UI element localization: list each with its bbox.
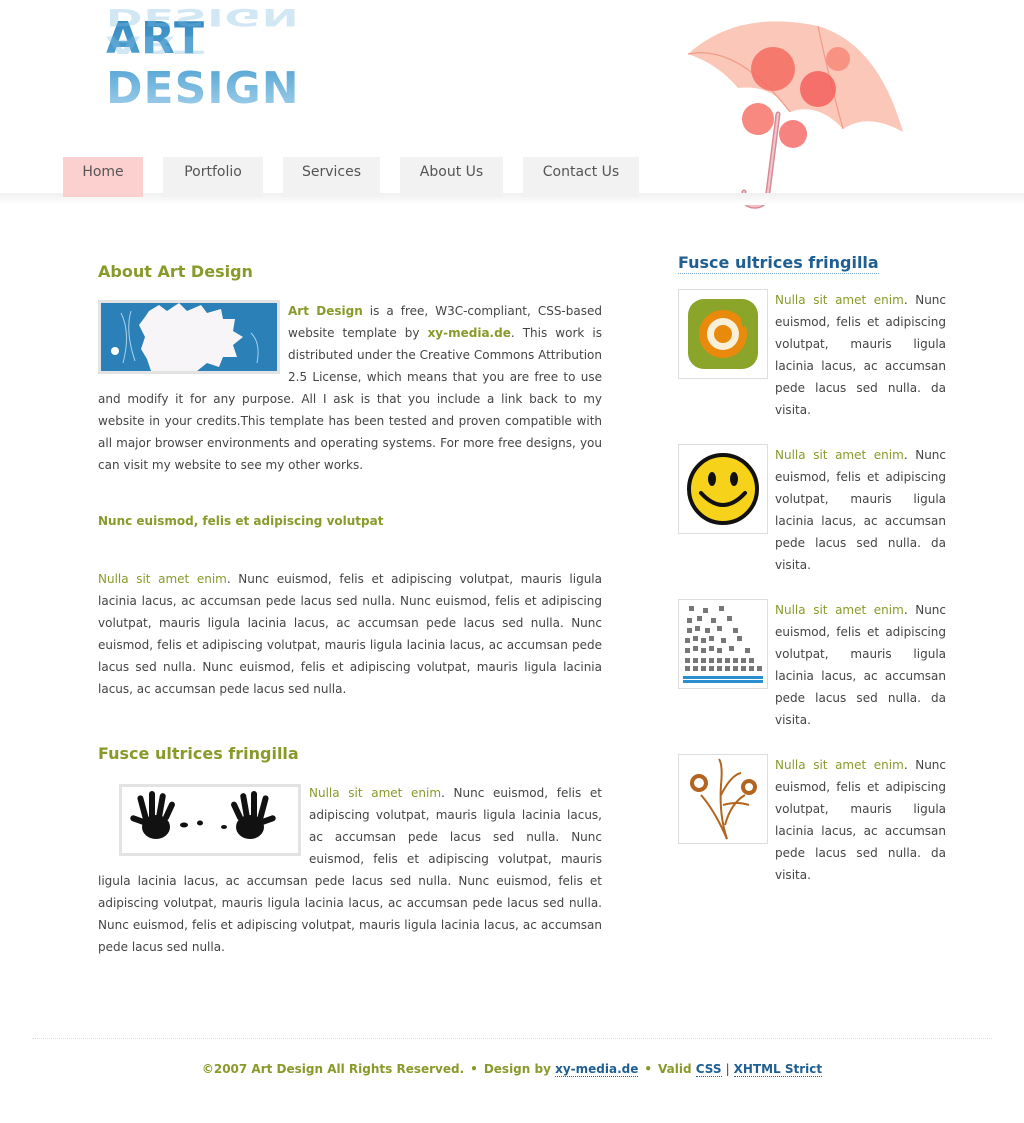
about-image [98, 300, 280, 374]
sidebar-text: Nulla sit amet enim. Nunc euismod, felis… [775, 758, 946, 882]
umbrella-illustration [687, 21, 903, 209]
logo-reflection: ART DESIGN [106, 3, 300, 59]
sidebar-text: Nulla sit amet enim. Nunc euismod, felis… [775, 448, 946, 572]
starburst-banner-icon [101, 303, 277, 371]
fusce-block: Nulla sit amet enim. Nunc euismod, felis… [98, 782, 602, 958]
footer-bullet: • [470, 1062, 478, 1076]
about-title: About Art Design [98, 262, 253, 281]
footer-bullet: • [644, 1062, 653, 1076]
sub-heading: Nunc euismod, felis et adipiscing volutp… [98, 514, 384, 528]
handprints-icon [130, 791, 276, 839]
fusce-lead: Nulla sit amet enim [309, 786, 442, 800]
footer-copyright: ©2007 Art Design All Rights Reserved. [201, 1062, 465, 1076]
footer-design-by-label: Design by [483, 1062, 551, 1076]
handprints-image [119, 784, 301, 856]
nulla-block: Nulla sit amet enim. Nunc euismod, felis… [98, 568, 602, 700]
sidebar-thumb[interactable] [678, 289, 768, 379]
pixel-grid-icon [683, 606, 763, 683]
footer-separator: | [725, 1062, 730, 1076]
about-block: Art Design is a free, W3C-compliant, CSS… [98, 300, 602, 476]
footer-xhtml-link[interactable]: XHTML Strict [733, 1062, 823, 1077]
sidebar-thumb[interactable] [678, 599, 768, 689]
nav-home[interactable]: Home [63, 157, 143, 197]
footer-design-link[interactable]: xy-media.de [555, 1062, 639, 1077]
xy-media-link[interactable]: xy-media.de [428, 326, 511, 340]
sidebar-text: Nulla sit amet enim. Nunc euismod, felis… [775, 293, 946, 417]
nav-services[interactable]: Services [283, 157, 380, 197]
sidebar-title: Fusce ultrices fringilla [678, 253, 879, 274]
footer-valid-label: Valid [658, 1062, 692, 1076]
nulla-lead: Nulla sit amet enim [98, 572, 227, 586]
nulla-paragraph: Nulla sit amet enim. Nunc euismod, felis… [98, 572, 602, 696]
sidebar-thumb[interactable] [678, 444, 768, 534]
nav-portfolio[interactable]: Portfolio [163, 157, 263, 197]
footer: ©2007 Art Design All Rights Reserved. • De… [0, 1062, 1024, 1077]
nav-contact-us[interactable]: Contact Us [523, 157, 639, 197]
floral-swirl-icon [690, 758, 757, 840]
footer-css-link[interactable]: CSS [695, 1062, 722, 1077]
ring-logo-icon [688, 299, 758, 369]
site-logo[interactable]: ART DESIGN ART DESIGN [106, 3, 366, 114]
main-nav: Home Portfolio Services About Us Contact… [0, 157, 660, 197]
smiley-icon [687, 453, 759, 525]
sidebar-text: Nulla sit amet enim. Nunc euismod, felis… [775, 603, 946, 727]
sidebar-thumb[interactable] [678, 754, 768, 844]
fusce-title: Fusce ultrices fringilla [98, 744, 299, 763]
nav-about-us[interactable]: About Us [400, 157, 503, 197]
footer-divider [32, 1038, 992, 1039]
brand-name: Art Design [288, 304, 363, 318]
